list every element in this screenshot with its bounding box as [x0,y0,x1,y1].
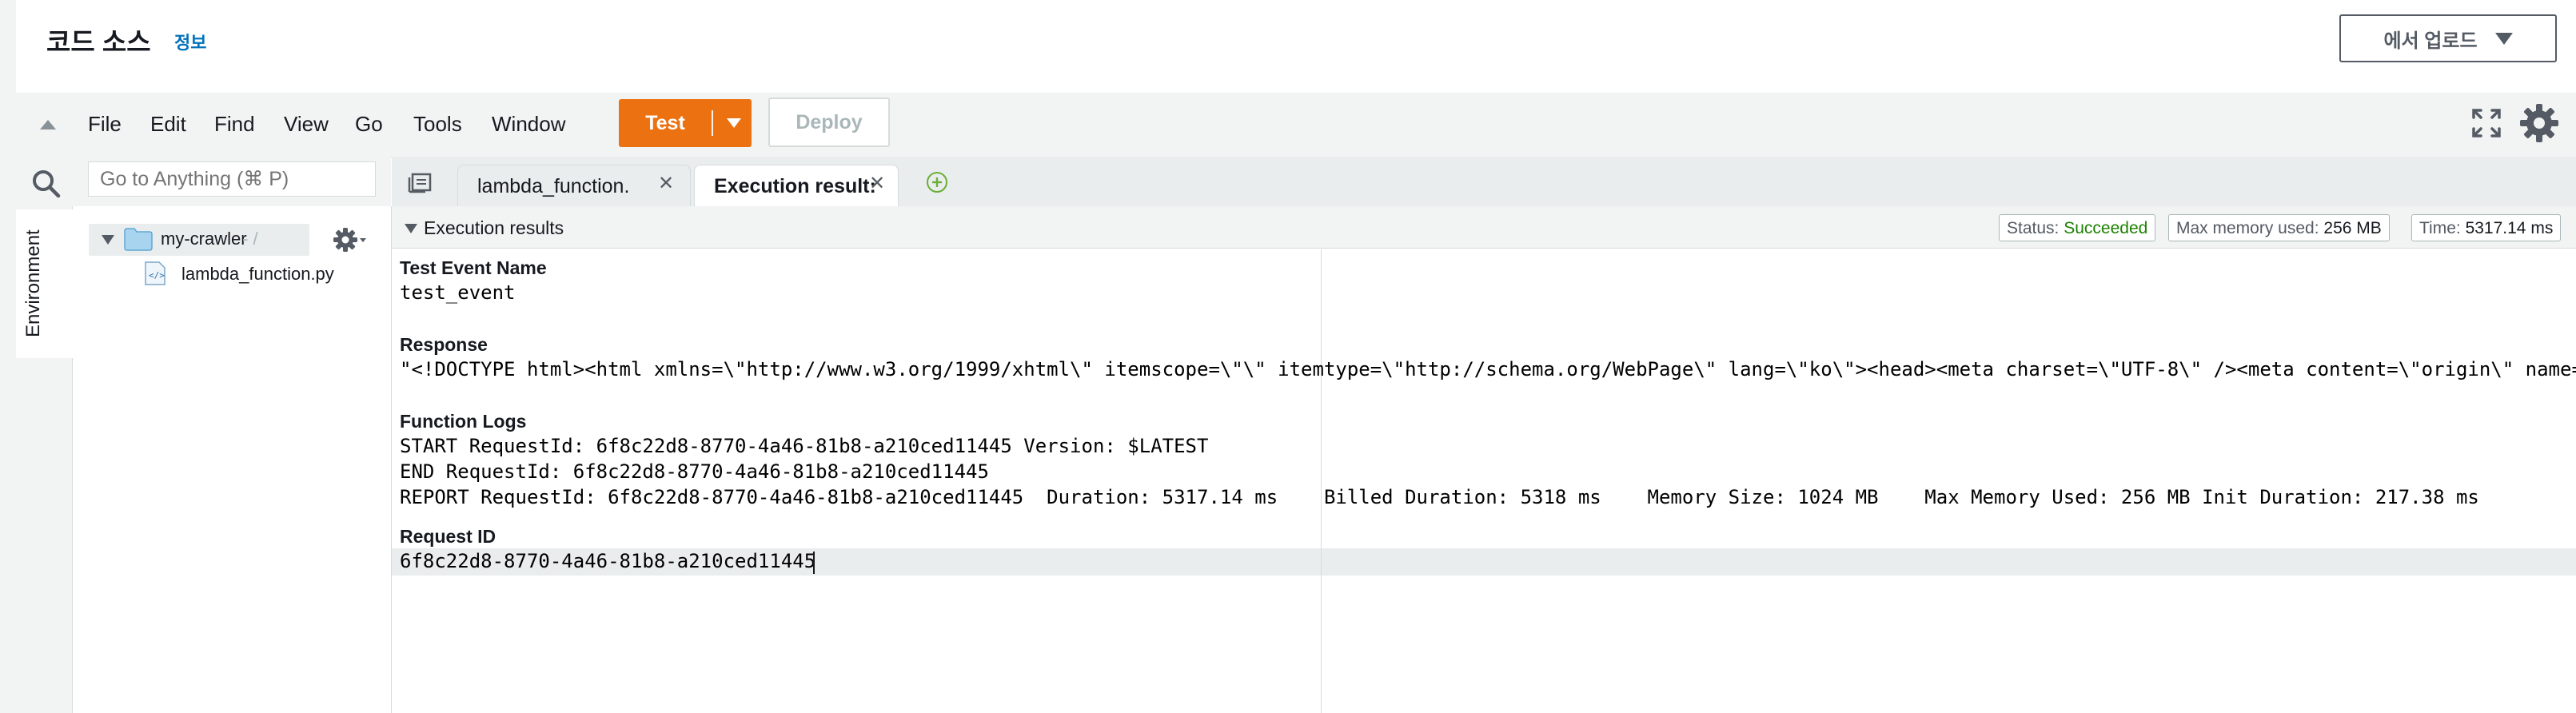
menu-tools[interactable]: Tools [413,110,462,137]
caret-down-icon [727,118,741,128]
execution-results-panel: Execution results Status: Succeeded Max … [392,206,2576,713]
upload-from-button[interactable]: 에서 업로드 [2339,14,2557,62]
test-button-label: Test [645,111,685,134]
close-icon[interactable]: ✕ [869,172,885,195]
request-id-value: 6f8c22d8-8770-4a46-81b8-a210ced11445 [400,550,816,572]
python-file-icon: </> [145,261,165,285]
menu-file[interactable]: File [88,110,122,137]
log-line: END RequestId: 6f8c22d8-8770-4a46-81b8-a… [400,460,989,483]
upload-button-label: 에서 업로드 [2383,30,2478,52]
code-source-header: 코드 소스 정보 에서 업로드 [16,0,2576,94]
text-cursor [813,552,815,574]
page-title: 코드 소스 [46,27,151,57]
menu-view[interactable]: View [284,110,329,137]
folder-icon [124,228,153,251]
tab-label: Execution result: [714,175,876,197]
tab-label: lambda_function. [477,175,630,197]
gear-icon[interactable] [333,225,368,254]
ide-toolbar: File Edit Find View Go Tools Window Test… [16,93,2576,157]
folder-name: my-crawler [161,229,247,249]
editor-tab-bar: lambda_function. ✕ Execution result: ✕ [392,157,2576,207]
function-logs-label: Function Logs [400,411,527,432]
goto-search-bar [16,157,391,207]
svg-text:</>: </> [149,270,165,281]
print-margin-guide [1321,249,1322,713]
log-line: START RequestId: 6f8c22d8-8770-4a46-81b8… [400,435,1209,457]
results-header: Execution results Status: Succeeded Max … [392,206,2576,249]
environment-tab[interactable]: Environment [16,209,73,358]
menu-find[interactable]: Find [214,110,255,137]
deploy-button[interactable]: Deploy [768,98,890,147]
request-id-label: Request ID [400,526,496,547]
time-value: 5317.14 ms [2465,219,2554,237]
collapse-icon[interactable] [40,120,56,129]
log-line: REPORT RequestId: 6f8c22d8-8770-4a46-81b… [400,486,2479,508]
tab-execution-results[interactable]: Execution result: ✕ [694,165,899,206]
time-badge: Time: 5317.14 ms [2411,214,2562,241]
test-event-name-label: Test Event Name [400,257,547,278]
test-button[interactable]: Test [619,99,752,147]
menu-window[interactable]: Window [492,110,565,137]
status-badge: Status: Succeeded [1999,214,2156,241]
collapse-results-icon[interactable] [405,224,417,233]
results-output[interactable]: Test Event Name test_event Response "<!D… [392,249,2576,713]
tab-lambda-function[interactable]: lambda_function. ✕ [457,165,691,206]
test-dropdown-toggle[interactable] [716,99,752,147]
search-icon[interactable] [30,168,62,200]
tab-list-icon[interactable] [408,171,433,193]
time-label: Time: [2419,219,2461,237]
environment-tab-label: Environment [22,229,44,337]
add-tab-icon[interactable] [926,171,948,193]
status-label: Status: [2007,219,2060,237]
response-label: Response [400,334,488,355]
test-event-name-value: test_event [400,281,516,304]
fullscreen-icon[interactable] [2470,107,2502,139]
button-divider [712,110,713,136]
response-value: "<!DOCTYPE html><html xmlns=\"http://www… [400,358,2576,380]
expand-toggle-icon[interactable] [102,235,114,245]
memory-value: 256 MB [2323,219,2382,237]
file-name[interactable]: lambda_function.py [181,264,334,285]
memory-badge: Max memory used: 256 MB [2168,214,2390,241]
file-tree: my-crawler - / </> lambda_function.py [73,206,392,713]
info-link[interactable]: 정보 [174,29,206,54]
menu-go[interactable]: Go [355,110,383,137]
close-icon[interactable]: ✕ [658,172,674,195]
folder-path: - / [242,229,258,249]
caret-down-icon [2494,32,2513,45]
menu-edit[interactable]: Edit [150,110,186,137]
settings-icon[interactable] [2518,102,2560,144]
memory-label: Max memory used: [2176,219,2319,237]
status-value: Succeeded [2064,219,2148,237]
goto-anything-input[interactable] [88,161,376,197]
page-gutter [0,0,17,713]
results-title: Execution results [424,217,564,238]
